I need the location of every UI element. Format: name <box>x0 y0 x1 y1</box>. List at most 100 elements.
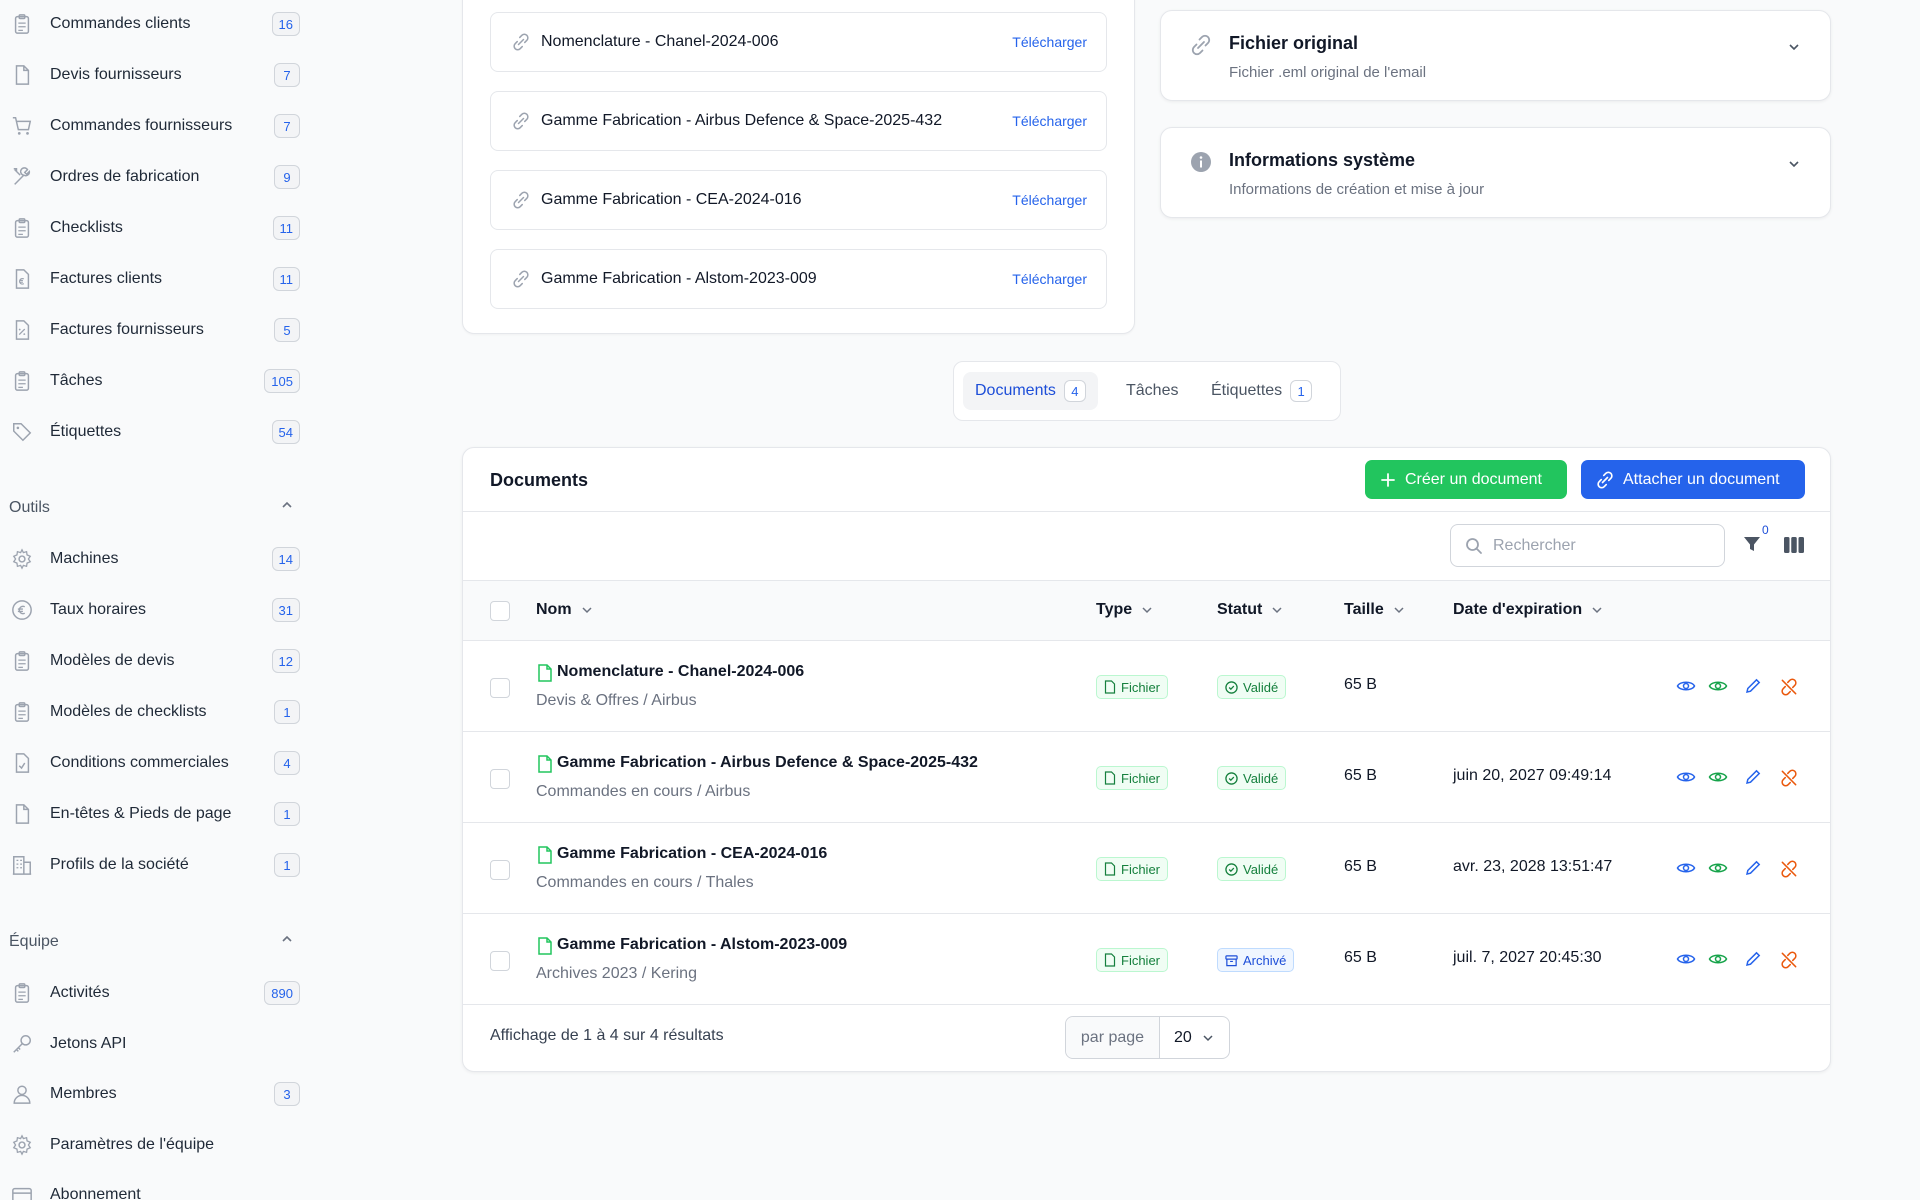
sidebar-item-label: Taux horaires <box>50 601 147 618</box>
chevron-down-icon[interactable] <box>1786 156 1802 172</box>
edit-icon[interactable] <box>1744 859 1762 877</box>
sidebar-item-items-1[interactable]: Devis fournisseurs 7 <box>10 58 300 92</box>
select-all-checkbox[interactable] <box>490 601 510 621</box>
documents-panel: Documents Créer un document Attacher un … <box>462 447 1831 1072</box>
sidebar-item-outils-2[interactable]: Modèles de devis 12 <box>10 644 300 678</box>
sidebar-item-outils-4[interactable]: Conditions commerciales 4 <box>10 746 300 780</box>
view-icon[interactable] <box>1676 768 1696 786</box>
sidebar-item-items-4[interactable]: Checklists 11 <box>10 211 300 245</box>
tab-etiquettes[interactable]: Étiquettes 1 <box>1211 372 1313 410</box>
document-name[interactable]: Gamme Fabrication - Airbus Defence & Spa… <box>557 754 978 772</box>
count-badge: 4 <box>274 751 300 775</box>
row-checkbox[interactable] <box>490 860 510 880</box>
sidebar-item-label: Conditions commerciales <box>50 754 229 771</box>
sidebar-item-items-5[interactable]: Factures clients 11 <box>10 262 300 296</box>
view-icon[interactable] <box>1676 859 1696 877</box>
count-badge: 890 <box>264 981 300 1005</box>
paperclip-icon <box>511 269 531 289</box>
sidebar-item-items-8[interactable]: Étiquettes 54 <box>10 415 300 449</box>
sidebar-item-equipe-0[interactable]: Activités 890 <box>10 976 300 1010</box>
per-page-select[interactable]: par page 20 <box>1065 1016 1230 1059</box>
system-info-title: Informations système <box>1229 150 1416 170</box>
unlink-icon[interactable] <box>1779 768 1799 788</box>
column-name[interactable]: Nom <box>536 601 594 619</box>
sidebar-item-label: Membres <box>50 1085 117 1102</box>
edit-icon[interactable] <box>1744 768 1762 786</box>
sidebar-item-items-3[interactable]: Ordres de fabrication 9 <box>10 160 300 194</box>
row-checkbox[interactable] <box>490 769 510 789</box>
sidebar-item-equipe-4[interactable]: Abonnement <box>10 1178 300 1200</box>
preview-icon[interactable] <box>1708 768 1728 786</box>
table-row[interactable]: Gamme Fabrication - Airbus Defence & Spa… <box>463 732 1830 823</box>
table-row[interactable]: Nomenclature - Chanel-2024-006 Devis & Of… <box>463 641 1830 732</box>
sidebar-item-items-7[interactable]: Tâches 105 <box>10 364 300 398</box>
invoice-percent-icon <box>10 318 34 342</box>
per-page-label: par page <box>1066 1017 1160 1058</box>
tab-documents-count: 4 <box>1063 380 1086 402</box>
table-row[interactable]: Gamme Fabrication - Alstom-2023-009 Archi… <box>463 914 1830 1005</box>
preview-icon[interactable] <box>1708 677 1728 695</box>
sidebar-item-label: Devis fournisseurs <box>50 66 182 83</box>
row-checkbox[interactable] <box>490 951 510 971</box>
chevron-down-icon[interactable] <box>1786 39 1802 55</box>
document-name[interactable]: Nomenclature - Chanel-2024-006 <box>557 663 804 681</box>
unlink-icon[interactable] <box>1779 677 1799 697</box>
column-status-label: Statut <box>1217 601 1263 618</box>
sidebar-item-equipe-2[interactable]: Membres 3 <box>10 1077 300 1111</box>
status-label: Archivé <box>1243 952 1287 968</box>
create-document-button[interactable]: Créer un document <box>1365 460 1567 499</box>
original-file-card[interactable]: Fichier original Fichier .eml original d… <box>1160 10 1831 101</box>
type-label: Fichier <box>1121 861 1161 877</box>
download-link[interactable]: Télécharger <box>1012 113 1087 129</box>
filter-icon[interactable] <box>1742 534 1762 554</box>
sidebar-item-label: Étiquettes <box>50 423 122 440</box>
tab-etiquettes-count: 1 <box>1290 380 1313 402</box>
sidebar-item-outils-0[interactable]: Machines 14 <box>10 542 300 576</box>
document-name[interactable]: Gamme Fabrication - CEA-2024-016 <box>557 845 827 863</box>
sidebar-item-equipe-1[interactable]: Jetons API <box>10 1027 300 1061</box>
attach-document-label: Attacher un document <box>1623 470 1780 488</box>
search-input[interactable] <box>1493 536 1693 555</box>
preview-icon[interactable] <box>1708 950 1728 968</box>
unlink-icon[interactable] <box>1779 859 1799 879</box>
columns-icon[interactable] <box>1783 536 1805 554</box>
search-box[interactable] <box>1450 524 1725 567</box>
preview-icon[interactable] <box>1708 859 1728 877</box>
section-outils[interactable]: Outils <box>9 498 299 517</box>
sidebar-item-outils-1[interactable]: Taux horaires 31 <box>10 593 300 627</box>
per-page-value-box[interactable]: 20 <box>1160 1017 1229 1058</box>
edit-icon[interactable] <box>1744 950 1762 968</box>
sidebar-item-items-6[interactable]: Factures fournisseurs 5 <box>10 313 300 347</box>
sidebar-item-equipe-3[interactable]: Paramètres de l'équipe <box>10 1128 300 1162</box>
sidebar-item-items-2[interactable]: Commandes fournisseurs 7 <box>10 109 300 143</box>
info-icon <box>1189 150 1213 174</box>
column-status[interactable]: Statut <box>1217 601 1284 619</box>
table-row[interactable]: Gamme Fabrication - CEA-2024-016 Commande… <box>463 823 1830 914</box>
edit-icon[interactable] <box>1744 677 1762 695</box>
type-badge: Fichier <box>1096 766 1169 790</box>
tab-documents[interactable]: Documents 4 <box>963 372 1098 410</box>
tab-taches[interactable]: Tâches <box>1126 372 1178 410</box>
column-size[interactable]: Taille <box>1344 601 1406 619</box>
system-info-card[interactable]: Informations système Informations de cré… <box>1160 127 1831 218</box>
check-circle-icon <box>1225 771 1238 785</box>
sidebar-item-label: Factures fournisseurs <box>50 321 204 338</box>
unlink-icon[interactable] <box>1779 950 1799 970</box>
sidebar-item-outils-3[interactable]: Modèles de checklists 1 <box>10 695 300 729</box>
attach-document-button[interactable]: Attacher un document <box>1581 460 1805 499</box>
sidebar-item-outils-5[interactable]: En-têtes & Pieds de page 1 <box>10 797 300 831</box>
column-type[interactable]: Type <box>1096 601 1154 619</box>
column-expiry[interactable]: Date d'expiration <box>1453 601 1604 619</box>
document-name[interactable]: Gamme Fabrication - Alstom-2023-009 <box>557 936 847 954</box>
download-link[interactable]: Télécharger <box>1012 192 1087 208</box>
row-checkbox[interactable] <box>490 678 510 698</box>
download-link[interactable]: Télécharger <box>1012 271 1087 287</box>
download-link[interactable]: Télécharger <box>1012 34 1087 50</box>
section-equipe[interactable]: Équipe <box>9 932 299 951</box>
sidebar-item-items-0[interactable]: Commandes clients 16 <box>10 7 300 41</box>
view-icon[interactable] <box>1676 677 1696 695</box>
document-path: Commandes en cours / Thales <box>536 874 754 891</box>
sidebar-item-outils-6[interactable]: Profils de la société 1 <box>10 848 300 882</box>
attachment-name: Gamme Fabrication - CEA-2024-016 <box>541 191 802 208</box>
view-icon[interactable] <box>1676 950 1696 968</box>
